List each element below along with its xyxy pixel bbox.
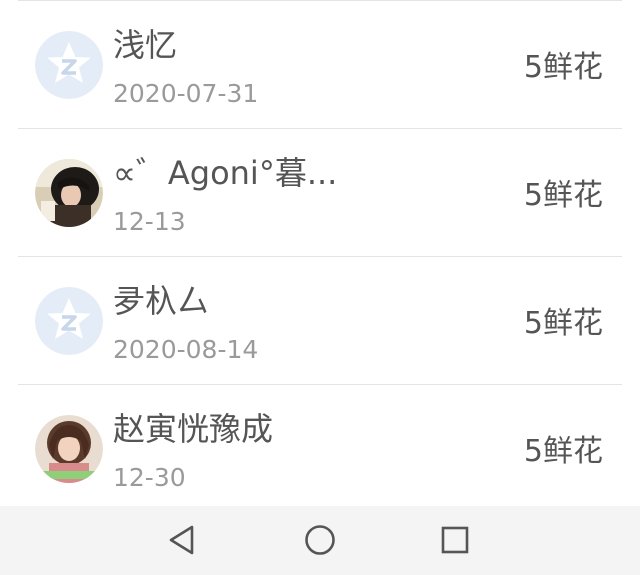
- gift-amount: 5鲜花: [523, 178, 603, 213]
- gift-date: 2020-07-31: [113, 79, 259, 108]
- gift-amount: 5鲜花: [523, 50, 603, 85]
- home-icon: [305, 525, 335, 555]
- flower-gift-list-screen: 浅忆 2020-07-31 5鲜花 ∝゛Agoni°暮... 12-13 5鲜花…: [0, 0, 640, 575]
- list-item[interactable]: 浅忆 2020-07-31 5鲜花: [0, 1, 640, 129]
- gift-amount: 5鲜花: [523, 306, 603, 341]
- back-button[interactable]: [162, 520, 202, 560]
- default-qq-icon: [35, 287, 103, 355]
- gift-date: 12-30: [113, 463, 186, 492]
- system-navigation-bar: [0, 506, 640, 575]
- default-qq-icon: [35, 31, 103, 99]
- recents-button[interactable]: [435, 520, 475, 560]
- list-item[interactable]: 夛杁厶 2020-08-14 5鲜花: [0, 257, 640, 385]
- user-photo: [35, 415, 103, 483]
- avatar[interactable]: [35, 159, 103, 227]
- avatar[interactable]: [35, 287, 103, 355]
- sender-name: 夛杁厶: [113, 282, 210, 320]
- avatar[interactable]: [35, 31, 103, 99]
- sender-name: 赵寅恍豫成: [113, 410, 274, 448]
- list-item[interactable]: ∝゛Agoni°暮... 12-13 5鲜花: [0, 129, 640, 257]
- gift-record-list: 浅忆 2020-07-31 5鲜花 ∝゛Agoni°暮... 12-13 5鲜花…: [0, 1, 640, 513]
- sender-name: ∝゛Agoni°暮...: [113, 154, 338, 192]
- avatar[interactable]: [35, 415, 103, 483]
- home-button[interactable]: [300, 520, 340, 560]
- recents-icon: [441, 526, 469, 554]
- gift-date: 12-13: [113, 207, 186, 236]
- sender-name: 浅忆: [113, 26, 178, 64]
- gift-date: 2020-08-14: [113, 335, 259, 364]
- list-item[interactable]: 赵寅恍豫成 12-30 5鲜花: [0, 385, 640, 513]
- gift-amount: 5鲜花: [523, 434, 603, 469]
- user-photo: [35, 159, 103, 227]
- back-icon: [169, 525, 194, 555]
